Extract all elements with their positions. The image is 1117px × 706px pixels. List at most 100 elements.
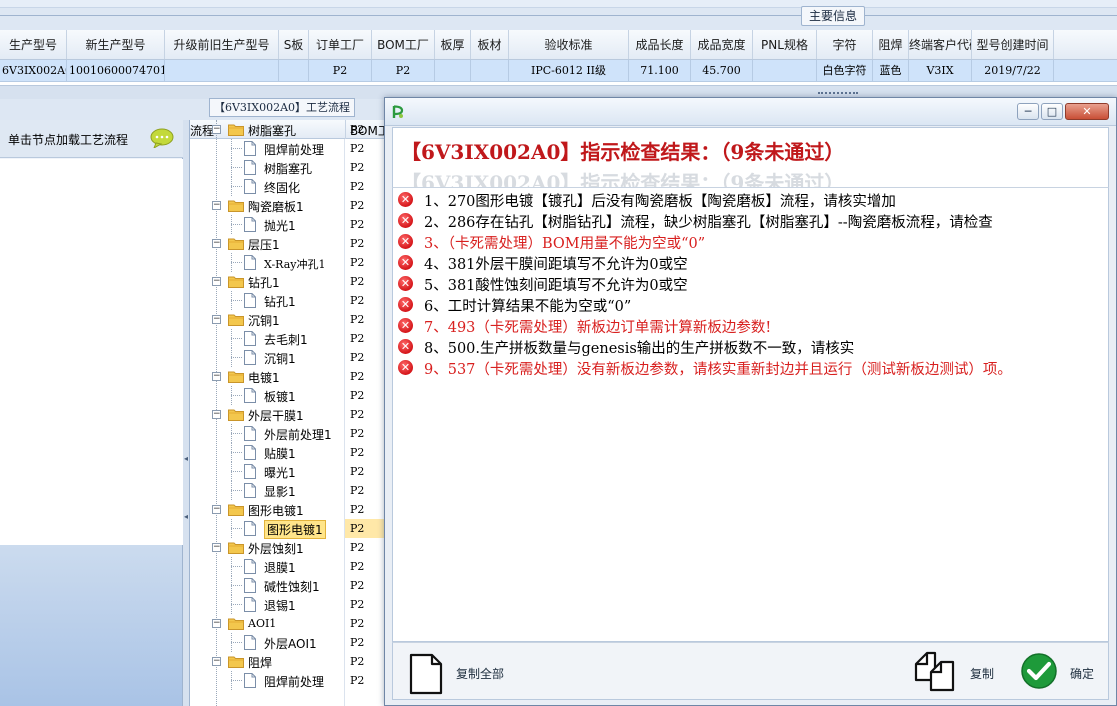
tree-step-row[interactable]: 阻焊前处理 P2 (190, 139, 389, 158)
tree-node-label[interactable]: 外层蚀刻1 (248, 540, 304, 557)
error-item[interactable]: ✕ 7、493（卡死需处理）新板边订单需计算新板边参数! (393, 315, 1108, 336)
grid-column-header[interactable]: 字符 (817, 30, 873, 59)
collapse-toggle-icon[interactable]: − (212, 505, 221, 514)
error-item[interactable]: ✕ 5、381酸性蚀刻间距填写不允许为0或空 (393, 273, 1108, 294)
tree-node-label[interactable]: 树脂塞孔 (264, 160, 312, 177)
grid-cell[interactable] (279, 60, 309, 81)
collapse-toggle-icon[interactable]: − (212, 239, 221, 248)
collapse-toggle-icon[interactable]: − (212, 315, 221, 324)
grid-cell[interactable]: 71.100 (629, 60, 691, 81)
copy-all-icon[interactable] (408, 653, 444, 695)
tree-node-label[interactable]: 陶瓷磨板1 (248, 198, 304, 215)
speech-bubble-icon[interactable] (150, 128, 174, 148)
tree-step-row[interactable]: 钻孔1 P2 (190, 291, 389, 310)
tree-group-row[interactable]: − 钻孔1 P2 (190, 272, 389, 291)
product-grid[interactable]: 生产型号 新生产型号 升级前旧生产型号 S板 订单工厂 BOM工厂 板厚 板材 验收标准 成品长度… (0, 30, 1117, 85)
tree-node-label[interactable]: X-Ray冲孔1 (264, 256, 325, 272)
tree-node-label[interactable]: 板镀1 (264, 388, 296, 405)
tree-step-row[interactable]: 贴膜1 P2 (190, 443, 389, 462)
tree-node-label[interactable]: 终固化 (264, 179, 300, 196)
tree-step-row[interactable]: 抛光1 P2 (190, 215, 389, 234)
grid-column-header[interactable]: 订单工厂 (309, 30, 372, 59)
tree-node-label[interactable]: 去毛刺1 (264, 331, 308, 348)
tree-node-label[interactable]: 钻孔1 (248, 274, 280, 291)
grid-column-header[interactable]: 升级前旧生产型号 (165, 30, 279, 59)
grid-cell[interactable]: V3IX (909, 60, 972, 81)
tree-step-row[interactable]: 退锡1 P2 (190, 595, 389, 614)
tree-group-row[interactable]: − AOI1 P2 (190, 614, 389, 633)
grid-cell[interactable] (753, 60, 817, 81)
tree-step-row[interactable]: 碱性蚀刻1 P2 (190, 576, 389, 595)
grid-column-header[interactable]: 阻焊 (873, 30, 909, 59)
tree-step-row[interactable]: 显影1 P2 (190, 481, 389, 500)
error-item[interactable]: ✕ 6、工时计算结果不能为空或“0” (393, 294, 1108, 315)
grid-column-header[interactable]: PNL规格 (753, 30, 817, 59)
error-item[interactable]: ✕ 1、270图形电镀【镀孔】后没有陶瓷磨板【陶瓷磨板】流程，请核实增加 (393, 189, 1108, 210)
copy-button[interactable]: 复制 (970, 665, 994, 682)
error-item[interactable]: ✕ 8、500.生产拼板数量与genesis输出的生产拼板数不一致，请核实 (393, 336, 1108, 357)
tree-step-row[interactable]: 板镀1 P2 (190, 386, 389, 405)
ok-button[interactable]: 确定 (1070, 665, 1094, 682)
tree-step-row[interactable]: 图形电镀1 P2 (190, 519, 389, 539)
tree-node-label[interactable]: 沉铜1 (264, 350, 296, 367)
tree-node-label[interactable]: 阻焊前处理 (264, 141, 324, 158)
collapse-toggle-icon[interactable]: − (212, 657, 221, 666)
tree-node-label[interactable]: 退膜1 (264, 559, 296, 576)
tree-node-label[interactable]: 树脂塞孔 (248, 122, 296, 139)
error-item[interactable]: ✕ 2、286存在钻孔【树脂钻孔】流程，缺少树脂塞孔【树脂塞孔】--陶瓷磨板流程，… (393, 210, 1108, 231)
tree-node-label[interactable]: 显影1 (264, 483, 296, 500)
tree-node-label[interactable]: 图形电镀1 (248, 502, 304, 519)
tree-step-row[interactable]: 树脂塞孔 P2 (190, 158, 389, 177)
collapse-toggle-icon[interactable]: − (212, 125, 221, 134)
grid-column-header[interactable]: 新生产型号 (67, 30, 165, 59)
copy-icon[interactable] (913, 650, 957, 692)
checkmark-icon[interactable] (1020, 652, 1058, 690)
tree-node-label[interactable]: 抛光1 (264, 217, 296, 234)
collapse-toggle-icon[interactable]: − (212, 410, 221, 419)
tree-step-row[interactable]: 去毛刺1 P2 (190, 329, 389, 348)
tree-node-label[interactable]: AOI1 (248, 617, 276, 630)
grid-column-header[interactable]: 板材 (471, 30, 509, 59)
tree-node-label[interactable]: 层压1 (248, 236, 280, 253)
tree-node-label[interactable]: 沉铜1 (248, 312, 280, 329)
grid-cell[interactable] (435, 60, 471, 81)
grid-cell[interactable] (165, 60, 279, 81)
grid-cell[interactable]: 45.700 (691, 60, 753, 81)
grid-column-header[interactable]: 板厚 (435, 30, 471, 59)
tree-group-row[interactable]: − 外层干膜1 P2 (190, 405, 389, 424)
grid-cell[interactable]: IPC-6012 II级 (509, 60, 629, 81)
tree-step-row[interactable]: 终固化 P2 (190, 177, 389, 196)
tree-group-row[interactable]: − 树脂塞孔 P2 (190, 120, 389, 139)
tree-node-label[interactable]: 阻焊前处理 (264, 673, 324, 690)
tree-group-row[interactable]: − 图形电镀1 P2 (190, 500, 389, 519)
grid-cell[interactable]: P2 (309, 60, 372, 81)
tree-group-row[interactable]: − 陶瓷磨板1 P2 (190, 196, 389, 215)
grid-column-header[interactable]: 型号创建时间 (972, 30, 1054, 59)
grid-column-header[interactable]: S板 (279, 30, 309, 59)
tree-step-row[interactable]: 退膜1 P2 (190, 557, 389, 576)
grid-column-header[interactable]: 成品长度 (629, 30, 691, 59)
error-item[interactable]: ✕ 3、（卡死需处理）BOM用量不能为空或“0” (393, 231, 1108, 252)
grid-column-header[interactable]: 终端客户代码 (909, 30, 972, 59)
grid-cell[interactable]: 2019/7/22 (972, 60, 1054, 81)
tree-group-row[interactable]: − 阻焊 P2 (190, 652, 389, 671)
copy-all-button[interactable]: 复制全部 (456, 665, 504, 682)
tree-group-row[interactable]: − 外层蚀刻1 P2 (190, 538, 389, 557)
tree-node-label[interactable]: 外层AOI1 (264, 635, 317, 652)
tree-node-label[interactable]: 钻孔1 (264, 293, 296, 310)
tree-node-label[interactable]: 贴膜1 (264, 445, 296, 462)
tree-step-row[interactable]: 曝光1 P2 (190, 462, 389, 481)
grid-cell[interactable]: P2 (372, 60, 435, 81)
tree-step-row[interactable]: 外层前处理1 P2 (190, 424, 389, 443)
process-flow-tab[interactable]: 【6V3IX002A0】工艺流程 (209, 98, 355, 117)
tree-node-label[interactable]: 外层前处理1 (264, 426, 332, 443)
tree-node-label[interactable]: 碱性蚀刻1 (264, 578, 320, 595)
collapse-toggle-icon[interactable]: − (212, 277, 221, 286)
grid-column-header[interactable]: 成品宽度 (691, 30, 753, 59)
tree-node-label[interactable]: 外层干膜1 (248, 407, 304, 424)
process-tree[interactable]: 流程 BOM工 − 树脂塞孔 P2 阻焊前处理 P2 树脂塞孔 P2 终固化 P2− 陶瓷磨板1 P… (189, 120, 389, 706)
tree-group-row[interactable]: − 层压1 P2 (190, 234, 389, 253)
grid-column-header[interactable]: BOM工厂 (372, 30, 435, 59)
tree-step-row[interactable]: X-Ray冲孔1 P2 (190, 253, 389, 272)
collapse-toggle-icon[interactable]: − (212, 619, 221, 628)
